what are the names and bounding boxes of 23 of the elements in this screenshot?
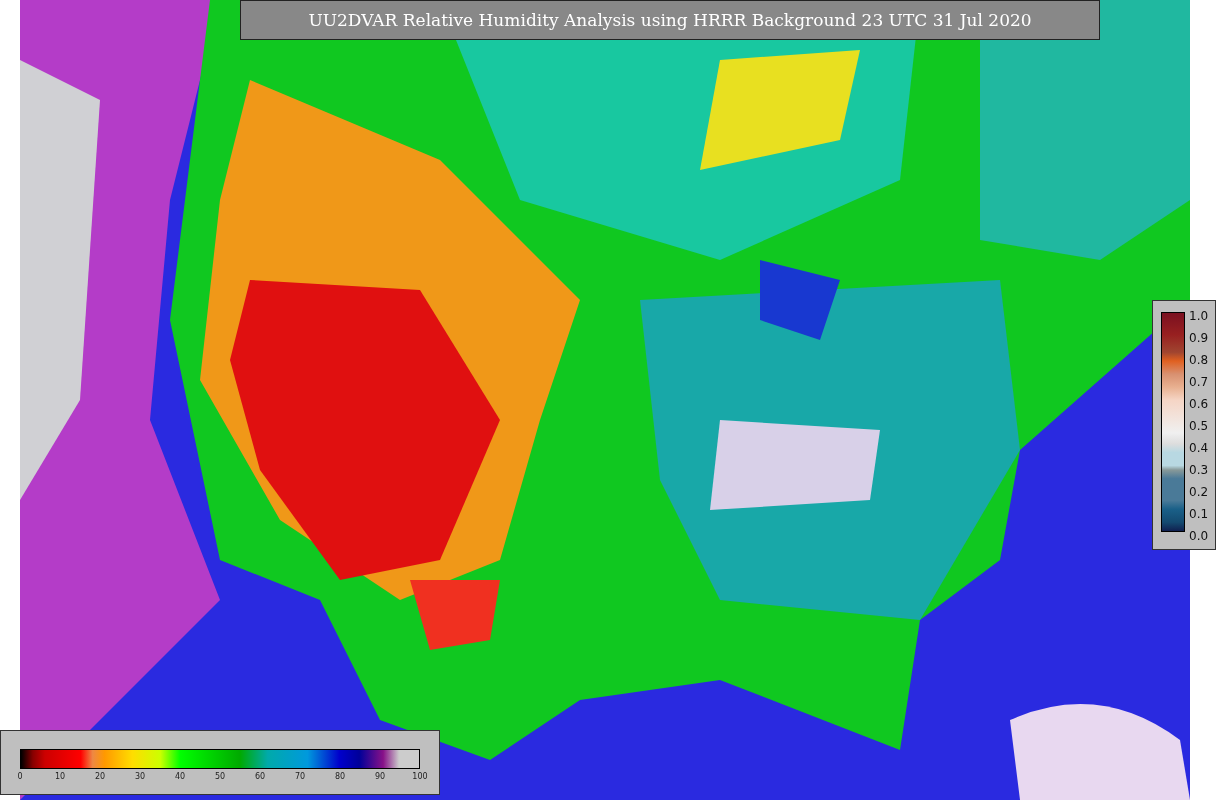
tick-label: 10 bbox=[53, 772, 67, 781]
tick-label: 70 bbox=[293, 772, 307, 781]
map-title: UU2DVAR Relative Humidity Analysis using HRRR Background 23 UTC 31 Jul 2020 bbox=[240, 0, 1100, 40]
tick-label: 0.3 bbox=[1189, 462, 1209, 479]
tick-label: 0.1 bbox=[1189, 506, 1209, 523]
tick-label: 60 bbox=[253, 772, 267, 781]
tick-label: 50 bbox=[213, 772, 227, 781]
tick-label: 0.0 bbox=[1189, 528, 1209, 545]
tick-label: 1.0 bbox=[1189, 308, 1209, 325]
tick-label: 90 bbox=[373, 772, 387, 781]
tick-label: 0 bbox=[16, 772, 24, 781]
tick-label: 40 bbox=[173, 772, 187, 781]
tick-label: 0.7 bbox=[1189, 374, 1209, 391]
tick-label: 0.8 bbox=[1189, 352, 1209, 369]
tick-label: 0.5 bbox=[1189, 418, 1209, 435]
tick-label: 100 bbox=[411, 772, 429, 781]
tick-label: 0.2 bbox=[1189, 484, 1209, 501]
tick-label: 0.9 bbox=[1189, 330, 1209, 347]
tick-label: 30 bbox=[133, 772, 147, 781]
tick-label: 0.6 bbox=[1189, 396, 1209, 413]
tick-label: 80 bbox=[333, 772, 347, 781]
tick-label: 0.4 bbox=[1189, 440, 1209, 457]
tick-label: 20 bbox=[93, 772, 107, 781]
